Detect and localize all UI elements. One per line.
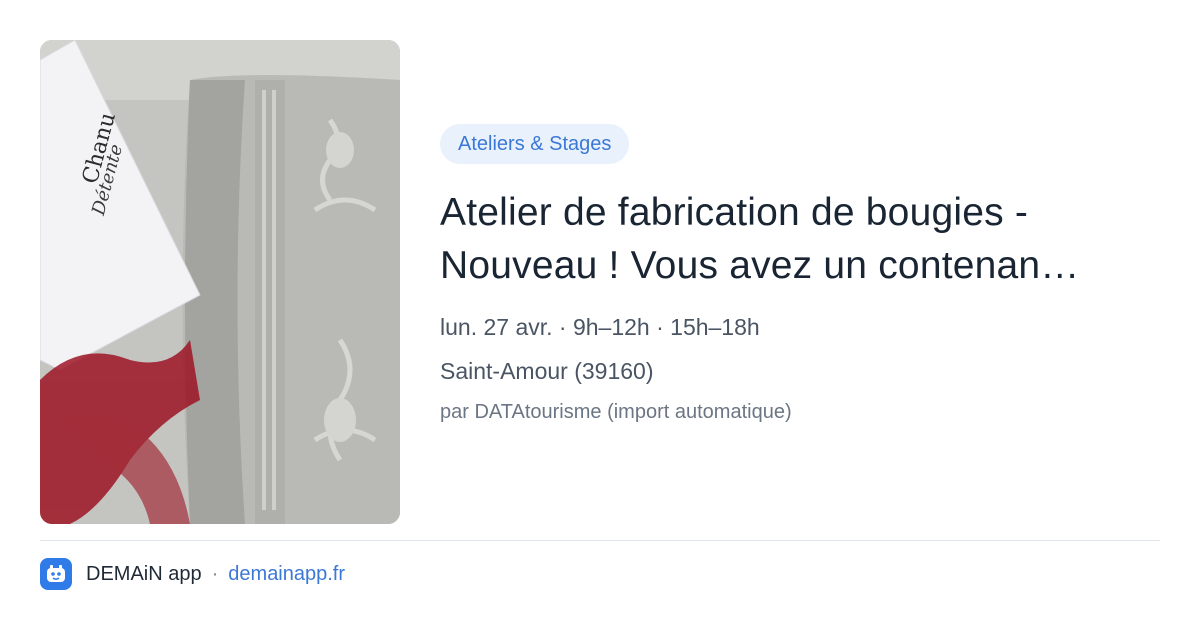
- event-title[interactable]: Atelier de fabrication de bougies - Nouv…: [440, 186, 1160, 292]
- footer: DEMAiN app · demainapp.fr: [40, 556, 345, 592]
- category-badge[interactable]: Ateliers & Stages: [440, 124, 630, 164]
- event-location: Saint-Amour (39160): [440, 358, 654, 384]
- event-image[interactable]: Chanu Détente: [40, 40, 400, 524]
- app-logo-icon[interactable]: [40, 558, 72, 590]
- event-source: par DATAtourisme (import automatique): [440, 401, 792, 423]
- app-url-link[interactable]: demainapp.fr: [228, 563, 345, 586]
- footer-divider: [40, 540, 1160, 541]
- event-datetime: lun. 27 avr. · 9h–12h · 15h–18h: [440, 314, 760, 340]
- footer-separator: ·: [211, 562, 219, 585]
- event-details: Ateliers & Stages Atelier de fabrication…: [440, 124, 1160, 426]
- app-name[interactable]: DEMAiN app: [86, 563, 202, 586]
- candle-photo: [40, 40, 400, 524]
